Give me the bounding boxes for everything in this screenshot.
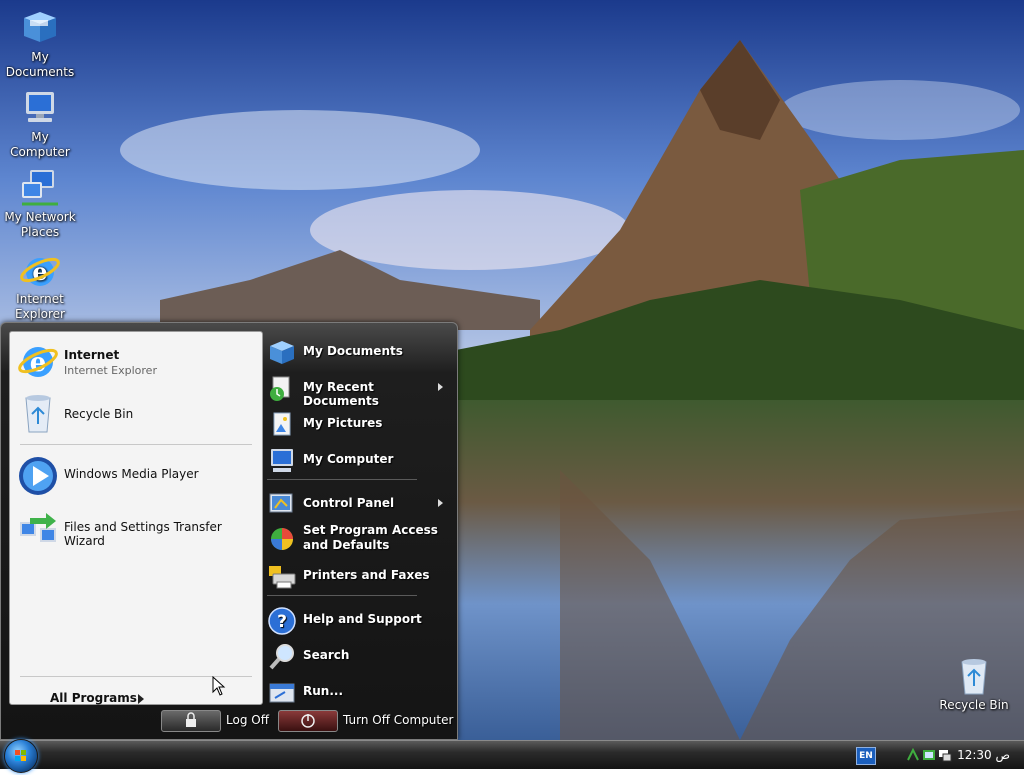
places-item-run[interactable]: Run... (265, 675, 451, 709)
network-status-icon[interactable] (906, 748, 920, 762)
places-item-help[interactable]: ? Help and Support (265, 603, 451, 637)
places-item-program-access[interactable]: Set Program Access and Defaults (265, 521, 451, 555)
places-item-label: My Pictures (303, 416, 383, 430)
my-documents-icon (270, 341, 294, 364)
start-item-windows-media-player[interactable]: Windows Media Player (14, 450, 258, 498)
my-computer-icon (26, 92, 54, 122)
start-menu-programs-pane: e Internet Internet Explorer Recycle Bin… (9, 331, 263, 705)
places-item-label: Printers and Faxes (303, 568, 430, 582)
places-item-label: Search (303, 648, 350, 662)
start-menu-separator (20, 444, 252, 445)
system-tray: EN 12:30 ص (854, 743, 1024, 767)
places-item-label: My Recent Documents (303, 380, 379, 408)
start-item-label: Windows Media Player (64, 467, 199, 481)
desktop-icon-internet-explorer[interactable]: e Internet Explorer (0, 250, 80, 322)
places-item-my-documents[interactable]: My Documents (265, 335, 451, 369)
network-places-icon (22, 170, 58, 206)
internet-explorer-icon: e (20, 257, 60, 286)
desktop-icon-my-computer[interactable]: My Computer (0, 88, 80, 160)
windows-logo-icon (15, 750, 26, 761)
chevron-right-icon (138, 694, 144, 704)
language-indicator[interactable]: EN (856, 747, 876, 765)
all-programs-label: All Programs (50, 691, 137, 705)
start-menu-places-pane: My Documents My Recent Documents My Pict… (263, 331, 453, 703)
desktop-icon-label: Recycle Bin (939, 698, 1009, 712)
clock[interactable]: 12:30 ص (957, 748, 1010, 762)
lock-icon (186, 712, 196, 727)
start-item-subtitle: Internet Explorer (64, 364, 157, 377)
desktop-icon-label: My Documents (5, 50, 75, 79)
display-icon[interactable] (938, 748, 952, 762)
desktop-icon-label: Internet Explorer (15, 292, 65, 321)
start-menu: e Internet Internet Explorer Recycle Bin… (0, 322, 458, 740)
log-off-label[interactable]: Log Off (226, 713, 269, 727)
recycle-bin-icon (25, 395, 51, 433)
search-icon (269, 644, 294, 670)
security-center-icon[interactable] (922, 748, 936, 762)
recent-documents-icon (270, 376, 290, 401)
media-player-icon (19, 457, 57, 495)
start-item-recycle-bin[interactable]: Recycle Bin (14, 388, 258, 436)
places-item-control-panel[interactable]: Control Panel (265, 487, 451, 521)
places-item-label: Control Panel (303, 496, 395, 510)
desktop-icon-label: My Computer (10, 130, 70, 159)
places-item-my-computer[interactable]: My Computer (265, 443, 451, 477)
chevron-right-icon (438, 383, 443, 391)
recycle-bin-icon (961, 659, 987, 695)
control-panel-icon (269, 493, 293, 513)
start-item-label: Files and Settings Transfer Wizard (64, 520, 222, 548)
start-menu-separator (267, 479, 417, 480)
turn-off-label[interactable]: Turn Off Computer (343, 713, 453, 727)
places-item-printers[interactable]: Printers and Faxes (265, 559, 451, 593)
mouse-pointer-icon (212, 676, 226, 696)
places-item-search[interactable]: Search (265, 639, 451, 673)
start-item-transfer-wizard[interactable]: Files and Settings Transfer Wizard (14, 504, 258, 552)
desktop-icon-label: My Network Places (4, 210, 76, 239)
places-item-label: My Computer (303, 452, 394, 466)
log-off-button[interactable] (161, 710, 221, 732)
places-item-my-pictures[interactable]: My Pictures (265, 407, 451, 441)
help-icon: ? (268, 607, 296, 635)
run-icon (269, 683, 295, 703)
desktop-icon-network-places[interactable]: My Network Places (0, 168, 80, 240)
transfer-wizard-icon (20, 513, 56, 542)
places-item-label: Run... (303, 684, 344, 698)
places-item-recent-documents[interactable]: My Recent Documents (265, 371, 451, 408)
desktop-icon-my-documents[interactable]: My Documents (0, 8, 80, 80)
places-item-label: Set Program Access and Defaults (303, 523, 438, 552)
start-item-label: Recycle Bin (64, 407, 134, 421)
start-menu-footer: Log Off Turn Off Computer (1, 707, 457, 739)
taskbar: EN 12:30 ص (0, 739, 1024, 773)
start-item-title: Internet (64, 348, 120, 362)
my-documents-icon (24, 12, 56, 42)
svg-text:?: ? (277, 612, 287, 632)
my-computer-icon (271, 449, 293, 472)
start-item-internet[interactable]: e Internet Internet Explorer (14, 336, 258, 384)
printer-icon (269, 566, 296, 589)
places-item-label: My Documents (303, 344, 403, 358)
program-access-icon (271, 528, 293, 550)
internet-explorer-icon: e (18, 347, 58, 378)
start-menu-separator (267, 595, 417, 596)
all-programs-button[interactable]: All Programs (40, 686, 160, 708)
places-item-label: Help and Support (303, 612, 422, 626)
chevron-right-icon (438, 499, 443, 507)
desktop-icon-recycle-bin[interactable]: Recycle Bin (934, 656, 1014, 713)
my-pictures-icon (273, 412, 291, 436)
turn-off-button[interactable] (278, 710, 338, 732)
power-icon (301, 714, 315, 728)
